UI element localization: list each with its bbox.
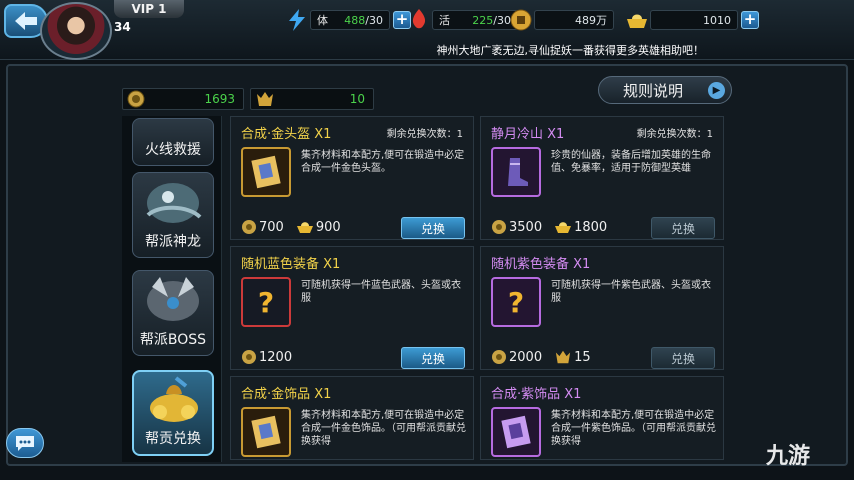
card-costs: 1200 [241, 349, 298, 365]
vitality-resource: 活 225/30 [406, 9, 518, 31]
contribution-coin-icon [242, 350, 256, 364]
cost-contribution: 1200 [259, 349, 293, 365]
helmet-recipe-icon [241, 147, 291, 197]
cost-contribution: 3500 [509, 219, 543, 235]
player-avatar[interactable] [40, 2, 112, 60]
exchange-card: 随机紫色装备 X1 ? 可随机获得一件紫色武器、头盔或衣服 2000 15 兑换 [480, 246, 724, 370]
money-bag-icon [150, 376, 198, 422]
play-arrow-icon: ▶ [708, 82, 725, 99]
coin-icon [508, 7, 534, 33]
notice-text: 神州大地广袤无边,寻仙捉妖一番获得更多英雄相助吧！ [436, 44, 705, 57]
card-costs: 2000 15 [491, 349, 597, 365]
exchange-button[interactable]: 兑换 [651, 347, 715, 369]
random-blue-gear-icon: ? [241, 277, 291, 327]
vitality-icon [406, 7, 432, 33]
contribution-coin-icon [127, 90, 145, 111]
coins-resource: 489万 [508, 9, 614, 31]
cost-gold: 900 [315, 219, 341, 235]
sidebar-item-rescue[interactable]: 火线救援 [132, 118, 214, 166]
stamina-label: 体 [317, 14, 328, 27]
gold-bar: 1010 [650, 10, 738, 30]
stamina-bar: 体 488/30 [310, 10, 390, 30]
random-purple-gear-icon: ? [491, 277, 541, 327]
stamina-resource: 体 488/30 + [284, 9, 411, 31]
stamina-max: /30 [365, 13, 383, 27]
exchange-card: 合成·紫饰品 X1 集齐材料和本配方,便可在锻造中必定合成一件紫色饰品。（可用帮… [480, 376, 724, 460]
cost-gold: 1800 [574, 219, 608, 235]
vitality-bar: 活 225/30 [432, 10, 518, 30]
cost-boss-token: 15 [574, 349, 591, 365]
svg-text:?: ? [258, 286, 274, 319]
contribution-value: 1693 [204, 92, 235, 106]
rules-button[interactable]: 规则说明 ▶ [598, 76, 732, 104]
card-title: 合成·金饰品 X1 [241, 387, 332, 402]
gold-resource: 1010 + [624, 9, 759, 31]
boss-token-stat: 10 [250, 88, 374, 110]
contribution-coin-icon [492, 350, 506, 364]
exchange-button[interactable]: 兑换 [401, 347, 465, 369]
card-description: 集齐材料和本配方,便可在锻造中必定合成一件金色头盔。 [301, 150, 465, 174]
contribution-stat: 1693 [122, 88, 244, 110]
gold-ingot-icon [624, 7, 650, 33]
top-bar: VIP 1 34 体 488/30 + 活 225/30 489万 1010 +… [0, 0, 854, 60]
coins-bar: 489万 [534, 10, 614, 30]
card-description: 集齐材料和本配方,便可在锻造中必定合成一件金色饰品。（可用帮派贡献兑换获得 [301, 410, 466, 447]
card-title: 随机蓝色装备 X1 [241, 257, 341, 272]
ornament-recipe-icon [241, 407, 291, 457]
stamina-value: 488 [344, 13, 366, 27]
card-title: 合成·紫饰品 X1 [491, 387, 582, 402]
exchange-card: 合成·金头盔 X1 剩余兑换次数：1 集齐材料和本配方,便可在锻造中必定合成一件… [230, 116, 474, 240]
exchange-card: 合成·金饰品 X1 集齐材料和本配方,便可在锻造中必定合成一件金色饰品。（可用帮… [230, 376, 474, 460]
cost-contribution: 2000 [509, 349, 543, 365]
sidebar-item-label: 火线救援 [145, 142, 201, 158]
contribution-coin-icon [492, 220, 506, 234]
sidebar-item-label: 帮派BOSS [139, 332, 207, 348]
purple-ornament-recipe-icon [491, 407, 541, 457]
sidebar-item-boss[interactable]: 帮派BOSS [132, 270, 214, 356]
gold-ingot-icon [296, 222, 313, 233]
card-description: 珍贵的仙器，装备后增加英雄的生命值、免暴率，适用于防御型英雄 [551, 150, 711, 174]
sidebar-item-label: 帮派神龙 [145, 234, 201, 250]
card-remaining: 剩余兑换次数：1 [636, 129, 713, 140]
vip-badge: VIP 1 [114, 0, 184, 18]
contribution-coin-icon [242, 220, 256, 234]
back-arrow-icon [15, 12, 37, 30]
exchange-card: 静月冷山 X1 剩余兑换次数：1 珍贵的仙器，装备后增加英雄的生命值、免暴率，适… [480, 116, 724, 240]
rules-button-label: 规则说明 [623, 81, 684, 100]
card-title: 静月冷山 X1 [491, 127, 565, 142]
watermark: 九游 [766, 444, 811, 469]
exchange-card: 随机蓝色装备 X1 ? 可随机获得一件蓝色武器、头盔或衣服 1200 兑换 [230, 246, 474, 370]
boots-icon [491, 147, 541, 197]
dragon-icon [146, 183, 202, 223]
sidebar-item-exchange[interactable]: 帮贡兑换 [132, 370, 214, 456]
card-costs: 3500 1800 [491, 219, 613, 235]
sidebar-item-dragon[interactable]: 帮派神龙 [132, 172, 214, 258]
gold-ingot-icon [555, 222, 572, 233]
vitality-value: 225 [472, 13, 494, 27]
card-title: 合成·金头盔 X1 [241, 127, 332, 142]
card-costs: 700 900 [241, 219, 347, 235]
card-description: 可随机获得一件紫色武器、头盔或衣服 [551, 280, 711, 304]
card-title: 随机紫色装备 X1 [491, 257, 591, 272]
vitality-label: 活 [439, 14, 450, 27]
exchange-button[interactable]: 兑换 [401, 217, 465, 239]
chat-bubble-icon [16, 436, 34, 451]
card-remaining: 剩余兑换次数：1 [386, 129, 463, 140]
boss-icon [147, 277, 199, 321]
boss-token-icon [555, 350, 571, 364]
add-gold-button[interactable]: + [741, 11, 759, 29]
exchange-button[interactable]: 兑换 [651, 217, 715, 239]
boss-token-icon [255, 90, 275, 111]
svg-text:?: ? [508, 286, 524, 319]
stamina-icon [284, 7, 310, 33]
boss-token-value: 10 [349, 92, 365, 106]
chat-button[interactable] [6, 428, 44, 458]
sidebar: 火线救援 帮派神龙 帮派BOSS 帮贡兑换 [122, 116, 222, 462]
cost-contribution: 700 [259, 219, 284, 235]
card-description: 集齐材料和本配方,便可在锻造中必定合成一件紫色饰品。（可用帮派贡献兑换获得 [551, 410, 716, 447]
player-level: 34 [114, 20, 131, 34]
sidebar-item-label: 帮贡兑换 [145, 431, 201, 447]
card-description: 可随机获得一件蓝色武器、头盔或衣服 [301, 280, 461, 304]
